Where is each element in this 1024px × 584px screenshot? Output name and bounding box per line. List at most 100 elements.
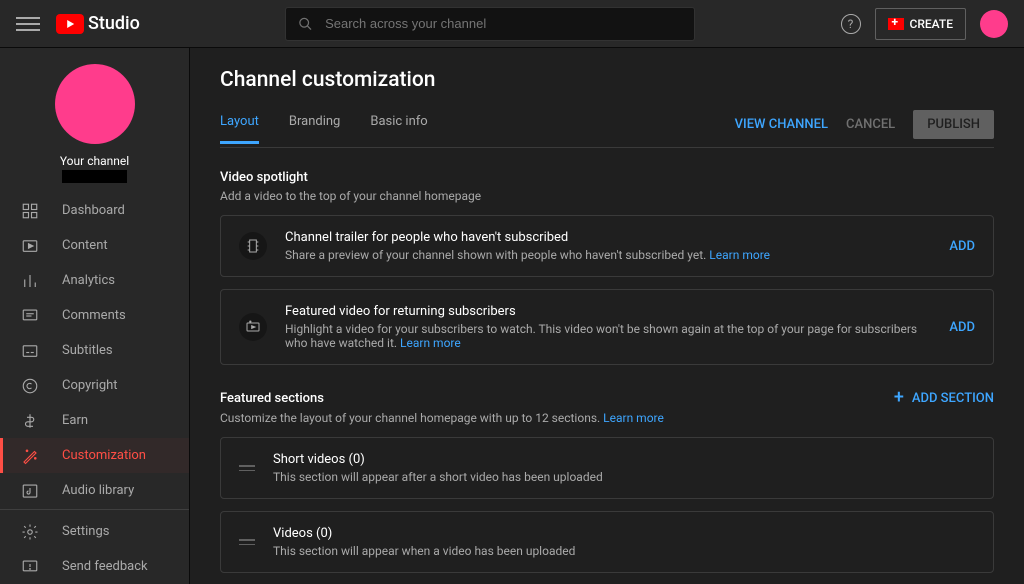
section-title: Featured sections + ADD SECTION [220,389,994,407]
earn-icon [20,411,40,431]
sidebar-item-copyright[interactable]: Copyright [0,368,189,403]
sidebar-nav: Dashboard Content Analytics Comments Sub… [0,193,189,509]
card-description: Share a preview of your channel shown wi… [285,248,931,262]
sidebar-item-earn[interactable]: Earn [0,403,189,438]
dashboard-icon [20,201,40,221]
add-featured-button[interactable]: ADD [949,320,975,335]
youtube-icon [56,14,84,34]
plus-icon: + [894,389,904,407]
video-spotlight-section: Video spotlight Add a video to the top o… [220,170,994,365]
sidebar-item-label: Analytics [62,273,115,288]
card-description: This section will appear when a video ha… [273,544,975,558]
tab-basic-info[interactable]: Basic info [370,114,427,143]
card-title: Videos (0) [273,526,975,541]
sidebar-item-audio-library[interactable]: Audio library [0,473,189,508]
content-icon [20,236,40,256]
card-description: This section will appear after a short v… [273,470,975,484]
main-content: Channel customization Layout Branding Ba… [190,48,1024,584]
avatar[interactable] [980,10,1008,38]
drag-handle-icon[interactable] [239,465,255,471]
featured-video-icon [239,313,267,341]
channel-avatar[interactable] [55,64,135,144]
top-header: Studio ? CREATE [0,0,1024,48]
learn-more-link[interactable]: Learn more [709,248,770,262]
film-icon [239,232,267,260]
search-icon [298,16,313,32]
comments-icon [20,306,40,326]
sidebar-item-label: Subtitles [62,343,113,358]
create-icon [888,18,904,30]
learn-more-link[interactable]: Learn more [603,411,664,425]
card-body: Short videos (0) This section will appea… [273,452,975,484]
sidebar-item-dashboard[interactable]: Dashboard [0,193,189,228]
card-body: Videos (0) This section will appear when… [273,526,975,558]
tabs: Layout Branding Basic info [220,114,428,143]
create-label: CREATE [910,17,953,31]
card-title: Featured video for returning subscribers [285,304,931,319]
main-layout: Your channel Dashboard Content Analytics… [0,48,1024,584]
menu-icon[interactable] [16,12,40,36]
sidebar-item-label: Dashboard [62,203,125,218]
add-section-button[interactable]: + ADD SECTION [894,389,994,407]
tab-layout[interactable]: Layout [220,114,259,144]
sidebar-item-content[interactable]: Content [0,228,189,263]
page-title: Channel customization [220,68,994,92]
card-body: Featured video for returning subscribers… [285,304,931,350]
sidebar-item-analytics[interactable]: Analytics [0,263,189,298]
channel-handle-placeholder [62,170,127,183]
sidebar-item-customization[interactable]: Customization [0,438,189,473]
featured-card-videos: Videos (0) This section will appear when… [220,511,994,573]
audio-library-icon [20,481,40,501]
tab-branding[interactable]: Branding [289,114,340,143]
gear-icon [20,522,40,542]
card-description: Highlight a video for your subscribers t… [285,322,931,350]
learn-more-link[interactable]: Learn more [400,336,461,350]
section-subtitle: Add a video to the top of your channel h… [220,189,994,203]
sidebar-item-label: Settings [62,524,109,539]
search-container [140,7,841,41]
featured-sections: Featured sections + ADD SECTION Customiz… [220,389,994,573]
cancel-button[interactable]: CANCEL [846,117,895,132]
tabs-row: Layout Branding Basic info VIEW CHANNEL … [220,110,994,148]
sidebar-item-settings[interactable]: Settings [0,514,189,549]
card-title: Channel trailer for people who haven't s… [285,230,931,245]
search-box[interactable] [285,7,695,41]
sidebar-item-feedback[interactable]: Send feedback [0,549,189,584]
feedback-icon [20,557,40,577]
sidebar-item-label: Copyright [62,378,118,393]
sidebar-item-label: Audio library [62,483,134,498]
add-section-label: ADD SECTION [912,391,994,406]
section-title: Video spotlight [220,170,994,185]
sidebar-item-comments[interactable]: Comments [0,298,189,333]
search-input[interactable] [325,16,682,31]
sidebar-footer: Settings Send feedback [0,509,189,584]
customization-icon [20,446,40,466]
sidebar-item-label: Content [62,238,108,253]
copyright-icon [20,376,40,396]
analytics-icon [20,271,40,291]
studio-logo[interactable]: Studio [56,13,140,34]
sidebar: Your channel Dashboard Content Analytics… [0,48,190,584]
sidebar-item-label: Comments [62,308,126,323]
tab-actions: VIEW CHANNEL CANCEL PUBLISH [735,110,994,147]
sidebar-item-label: Customization [62,448,146,463]
drag-handle-icon[interactable] [239,539,255,545]
card-title: Short videos (0) [273,452,975,467]
sidebar-item-label: Send feedback [62,559,148,574]
card-body: Channel trailer for people who haven't s… [285,230,931,262]
sidebar-item-subtitles[interactable]: Subtitles [0,333,189,368]
section-subtitle: Customize the layout of your channel hom… [220,411,994,425]
create-button[interactable]: CREATE [875,8,966,40]
help-icon[interactable]: ? [841,14,861,34]
spotlight-trailer-card: Channel trailer for people who haven't s… [220,215,994,277]
header-actions: ? CREATE [841,8,1008,40]
add-trailer-button[interactable]: ADD [949,239,975,254]
channel-card: Your channel [0,48,189,193]
channel-name: Your channel [60,154,129,168]
spotlight-featured-card: Featured video for returning subscribers… [220,289,994,365]
sidebar-item-label: Earn [62,413,88,428]
view-channel-button[interactable]: VIEW CHANNEL [735,117,828,132]
featured-card-shorts: Short videos (0) This section will appea… [220,437,994,499]
publish-button[interactable]: PUBLISH [913,110,994,139]
logo-text: Studio [88,13,140,34]
